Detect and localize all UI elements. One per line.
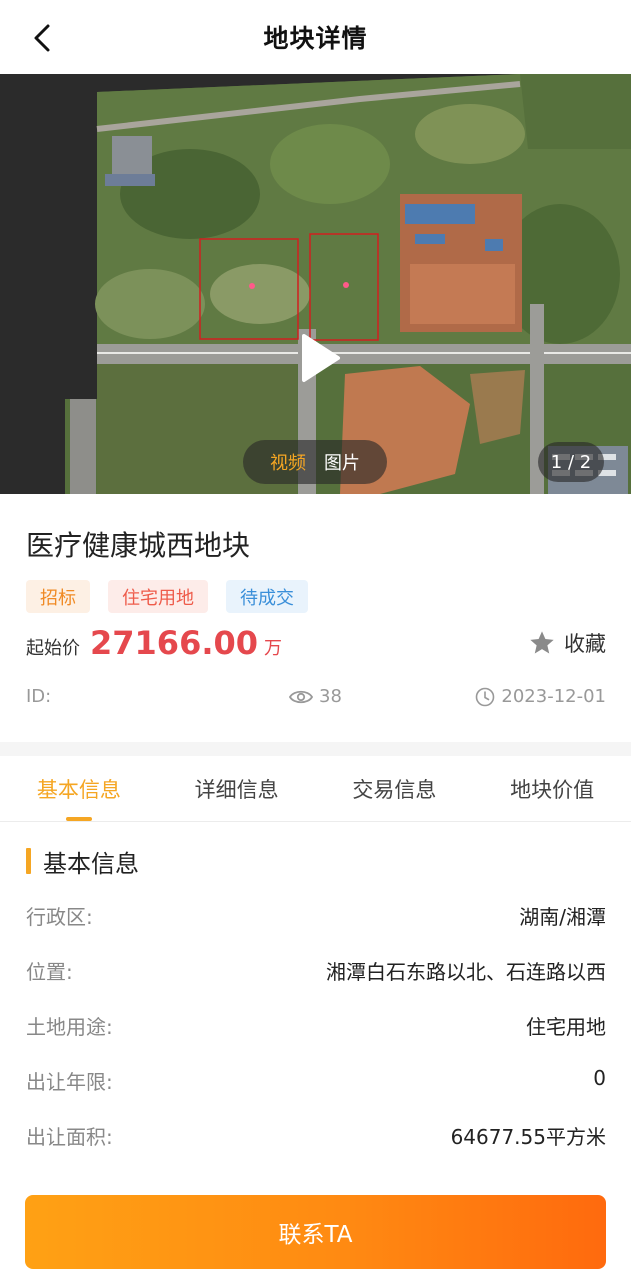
price-unit: 万 [264, 638, 283, 659]
clock-icon [476, 687, 495, 706]
info-key: 出让面积: [26, 1125, 113, 1149]
tag-land-use: 住宅用地 [108, 580, 208, 613]
info-key: 行政区: [26, 905, 93, 929]
section-divider [0, 742, 631, 756]
contact-button[interactable]: 联系TA [25, 1195, 606, 1269]
info-row-term: 出让年限: 0 [26, 1062, 606, 1117]
info-value: 住宅用地 [526, 1015, 606, 1039]
tab-detail-info[interactable]: 详细信息 [158, 756, 316, 821]
info-key: 土地用途: [26, 1015, 113, 1039]
tab-transaction-info[interactable]: 交易信息 [316, 756, 474, 821]
tab-detail-info-label: 详细信息 [194, 778, 279, 802]
info-value: 湖南/湘潭 [519, 905, 606, 929]
page-title: 地块详情 [263, 24, 368, 53]
publish-date: 2023-12-01 [475, 686, 606, 707]
top-nav-bar: 地块详情 [0, 0, 631, 74]
tab-plot-value[interactable]: 地块价值 [473, 756, 631, 821]
tag-bidding: 招标 [26, 580, 90, 613]
image-toggle[interactable]: 图片 [324, 449, 360, 475]
info-value: 64677.55平方米 [450, 1125, 606, 1149]
tab-basic-info[interactable]: 基本信息 [0, 756, 158, 821]
back-button[interactable] [22, 18, 62, 58]
price-value: 27166.00 [90, 624, 259, 662]
active-tab-indicator [65, 817, 92, 821]
info-row-district: 行政区: 湖南/湘潭 [26, 897, 606, 952]
video-toggle[interactable]: 视频 [270, 449, 306, 475]
price-row: 起始价 27166.00 万 收藏 [26, 624, 606, 668]
chevron-left-icon [34, 24, 50, 52]
info-value: 0 [593, 1066, 606, 1090]
star-icon [530, 631, 554, 654]
eye-icon [289, 690, 313, 703]
view-count: 38 [289, 686, 342, 707]
price-label: 起始价 [26, 638, 80, 659]
section-title-text: 基本信息 [43, 849, 139, 878]
section-title-bar [26, 848, 31, 874]
basic-info-list: 行政区: 湖南/湘潭 位置: 湘潭白石东路以北、石连路以西 土地用途: 住宅用地… [26, 897, 606, 1172]
id-label: ID: [26, 686, 52, 707]
favorite-button[interactable]: 收藏 [528, 628, 606, 658]
tag-status: 待成交 [226, 580, 308, 613]
image-counter: 1 / 2 [538, 442, 604, 482]
tab-plot-value-label: 地块价值 [510, 778, 595, 802]
section-title: 基本信息 [26, 846, 139, 878]
meta-row: ID: 38 2023-12-01 [26, 684, 606, 714]
detail-tabs: 基本信息 详细信息 交易信息 地块价值 [0, 756, 631, 822]
tag-list: 招标 住宅用地 待成交 [26, 580, 308, 613]
view-count-value: 38 [319, 686, 342, 707]
tab-basic-info-label: 基本信息 [36, 778, 121, 802]
tab-transaction-info-label: 交易信息 [352, 778, 437, 802]
info-value: 湘潭白石东路以北、石连路以西 [326, 960, 606, 984]
publish-date-value: 2023-12-01 [501, 686, 606, 707]
favorite-label: 收藏 [564, 632, 606, 656]
play-icon[interactable] [296, 332, 342, 384]
info-key: 位置: [26, 960, 73, 984]
info-row-land-use: 土地用途: 住宅用地 [26, 1007, 606, 1062]
info-row-location: 位置: 湘潭白石东路以北、石连路以西 [26, 952, 606, 1007]
info-row-area: 出让面积: 64677.55平方米 [26, 1117, 606, 1172]
page: 地块详情 视频 图片 1 / 2 医疗健康城西地块 招标 住宅用地 待成交 起始… [0, 0, 631, 1280]
plot-name: 医疗健康城西地块 [26, 529, 251, 562]
aerial-map-image [0, 74, 631, 494]
media-type-toggle: 视频 图片 [243, 440, 387, 484]
media-carousel[interactable]: 视频 图片 1 / 2 [0, 74, 631, 494]
info-key: 出让年限: [26, 1070, 113, 1094]
